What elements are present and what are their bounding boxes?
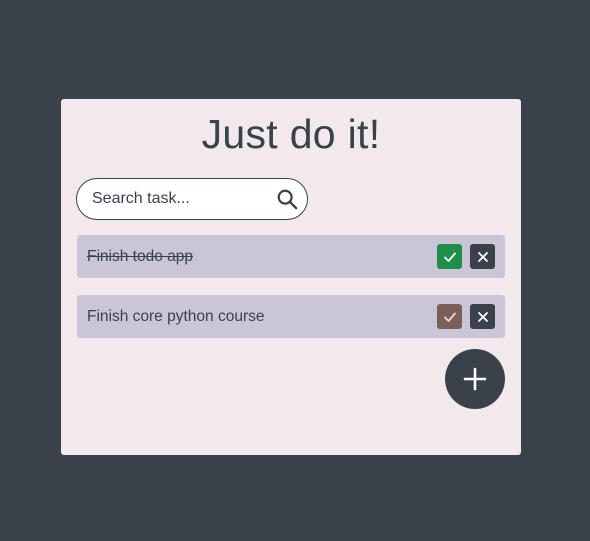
search-icon[interactable] (276, 188, 298, 210)
search-box[interactable] (76, 178, 308, 220)
task-label: Finish todo app (87, 248, 193, 265)
add-task-button[interactable] (445, 349, 505, 409)
delete-task-button[interactable] (470, 244, 495, 269)
check-icon (443, 312, 456, 322)
complete-task-button[interactable] (437, 304, 462, 329)
close-icon (477, 311, 488, 322)
page-title: Just do it! (201, 111, 381, 157)
close-icon (477, 251, 488, 262)
search-input[interactable] (92, 188, 262, 210)
task-item: Finish core python course (77, 295, 505, 338)
task-label: Finish core python course (87, 308, 265, 325)
todo-card: Just do it! Finish todo app Finish core … (61, 99, 521, 455)
plus-icon (463, 367, 487, 391)
complete-task-button[interactable] (437, 244, 462, 269)
check-icon (443, 252, 456, 262)
delete-task-button[interactable] (470, 304, 495, 329)
task-item: Finish todo app (77, 235, 505, 278)
